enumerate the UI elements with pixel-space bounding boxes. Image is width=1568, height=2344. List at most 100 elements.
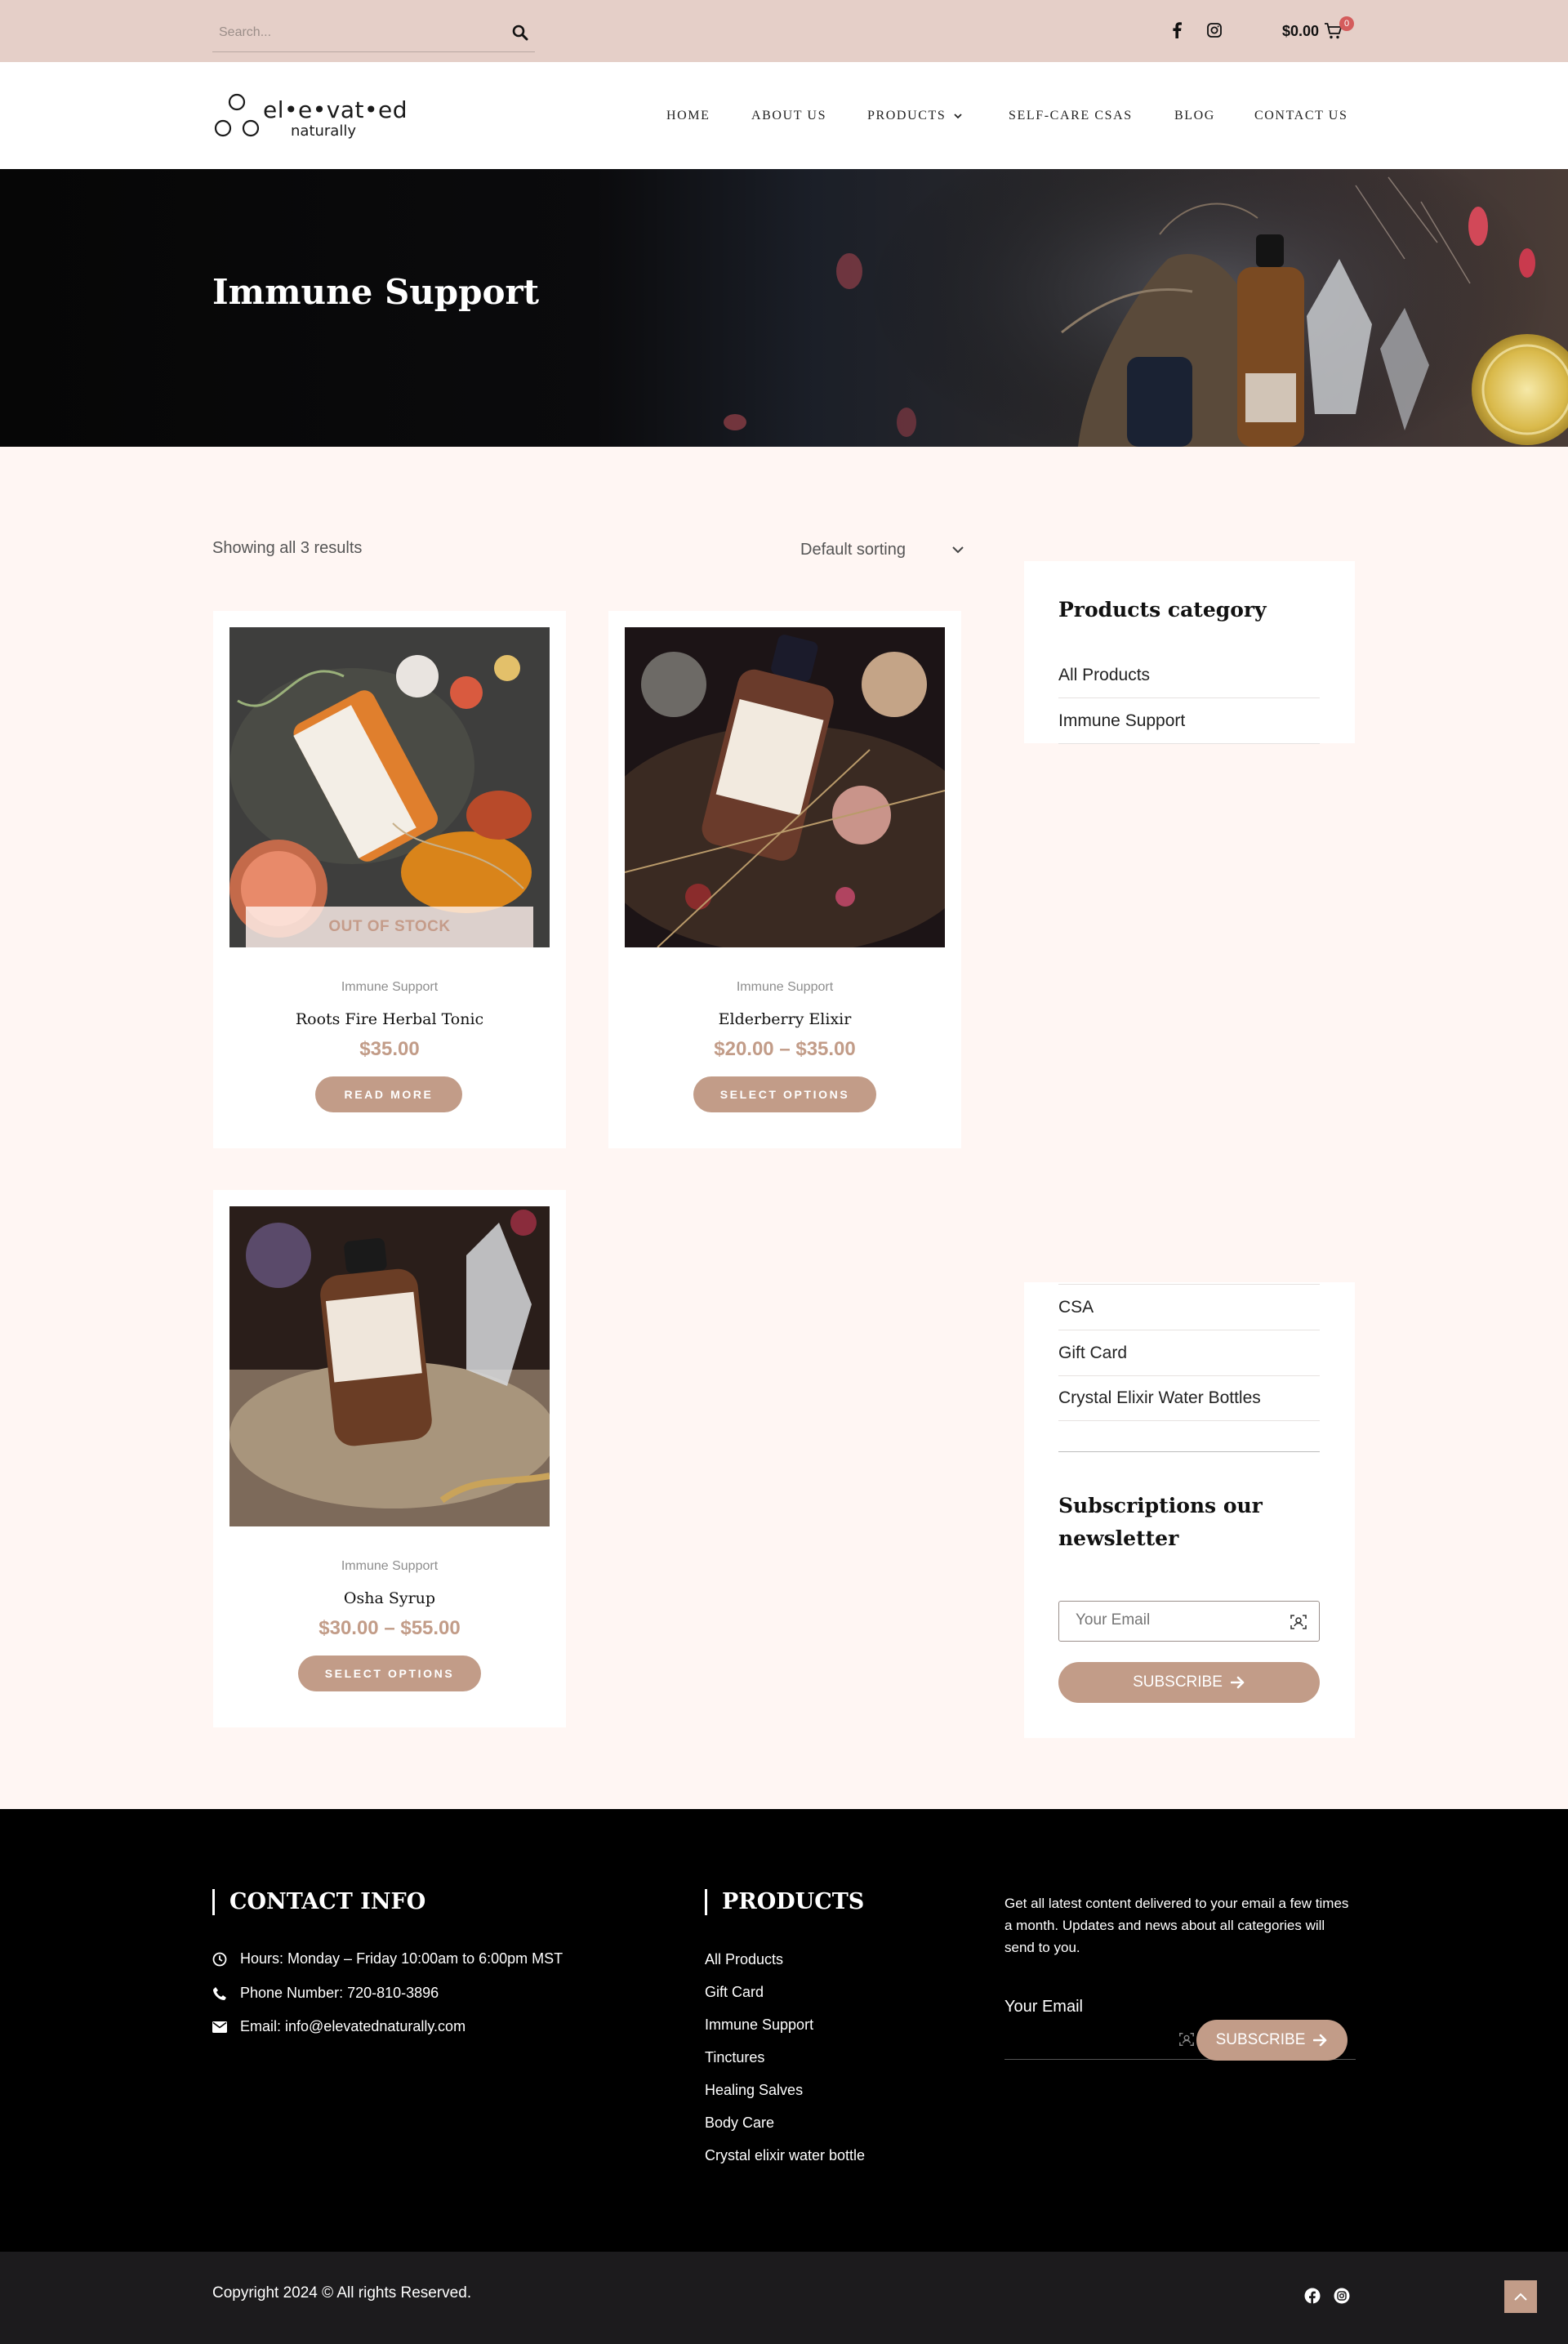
- sidebar-item-crystal-elixir[interactable]: Crystal Elixir Water Bottles: [1058, 1375, 1320, 1421]
- footer-link-tinctures[interactable]: Tinctures: [705, 2049, 764, 2066]
- sidebar-category-title: Products category: [1058, 598, 1267, 622]
- footer-link-crystal-elixir[interactable]: Crystal elixir water bottle: [705, 2147, 865, 2164]
- nav-home[interactable]: HOME: [666, 106, 710, 126]
- footer-link-gift-card[interactable]: Gift Card: [705, 1984, 764, 2001]
- footer-link-all-products[interactable]: All Products: [705, 1951, 783, 1968]
- product-name[interactable]: Osha Syrup: [213, 1589, 566, 1607]
- arrow-right-icon: [1313, 2034, 1327, 2047]
- cart-count-badge: 0: [1339, 16, 1354, 31]
- instagram-link[interactable]: [1334, 2288, 1352, 2306]
- product-price: $35.00: [359, 1038, 420, 1060]
- hero-banner: Immune Support: [0, 169, 1568, 447]
- chevron-down-icon: [954, 113, 963, 118]
- subscribe-label: SUBSCRIBE: [1133, 1673, 1223, 1691]
- nav-products-label: PRODUCTS: [867, 109, 947, 123]
- divider: [1058, 1451, 1320, 1452]
- facebook-link[interactable]: [1304, 2288, 1322, 2306]
- chevron-down-icon: [952, 546, 964, 553]
- sort-select[interactable]: Default sorting: [800, 536, 964, 564]
- top-bar: $0.00 0: [0, 0, 1568, 62]
- newsletter-subscribe-button[interactable]: SUBSCRIBE: [1058, 1662, 1320, 1703]
- product-card: Immune Support Elderberry Elixir $20.00 …: [608, 611, 961, 1148]
- product-category[interactable]: Immune Support: [213, 1559, 566, 1574]
- cart-total: $0.00: [1282, 22, 1320, 39]
- nav-blog[interactable]: BLOG: [1174, 106, 1215, 126]
- product-photo: [625, 627, 945, 947]
- footer-link-healing-salves[interactable]: Healing Salves: [705, 2082, 803, 2099]
- footer-phone-text[interactable]: Phone Number: 720-810-3896: [240, 1985, 439, 2002]
- select-options-button[interactable]: SELECT OPTIONS: [298, 1656, 481, 1691]
- product-name[interactable]: Roots Fire Herbal Tonic: [213, 1010, 566, 1028]
- footer-email-text[interactable]: Email: info@elevatednaturally.com: [240, 2018, 466, 2035]
- logo-circles-icon: [214, 93, 260, 137]
- select-options-button[interactable]: SELECT OPTIONS: [693, 1076, 876, 1112]
- logo[interactable]: el•e•vat•ed naturally: [212, 91, 408, 142]
- arrow-right-icon: [1230, 1676, 1245, 1689]
- facebook-icon: [1304, 2288, 1321, 2304]
- sidebar-widget-bottom: CSA Gift Card Crystal Elixir Water Bottl…: [1024, 1282, 1355, 1738]
- sidebar-item-gift-card[interactable]: Gift Card: [1058, 1330, 1320, 1376]
- instagram-icon: [1207, 23, 1222, 38]
- footer-newsletter-text: Get all latest content delivered to your…: [1004, 1896, 1349, 1955]
- nav-products[interactable]: PRODUCTS: [867, 106, 963, 126]
- product-image[interactable]: [229, 1206, 550, 1526]
- search-button[interactable]: [509, 21, 532, 44]
- clock-icon: [212, 1952, 227, 1966]
- footer-phone: Phone Number: 720-810-3896: [212, 1985, 439, 2002]
- sort-selected-value: Default sorting: [800, 540, 906, 559]
- logo-wordmark: el•e•vat•ed: [263, 96, 408, 123]
- footer-hours: Hours: Monday – Friday 10:00am to 6:00pm…: [212, 1950, 563, 1967]
- product-card: OUT OF STOCK Immune Support Roots Fire H…: [213, 611, 566, 1148]
- autofill-icon[interactable]: [1178, 2031, 1195, 2048]
- autofill-icon[interactable]: [1290, 1613, 1307, 1631]
- sidebar-item-immune-support[interactable]: Immune Support: [1058, 698, 1320, 744]
- product-image[interactable]: [625, 627, 945, 947]
- product-image[interactable]: OUT OF STOCK: [229, 627, 550, 947]
- logo-tagline: naturally: [291, 123, 356, 140]
- footer-link-body-care[interactable]: Body Care: [705, 2115, 774, 2132]
- nav-contact-us[interactable]: CONTACT US: [1254, 106, 1348, 126]
- sidebar-item-csa[interactable]: CSA: [1058, 1285, 1320, 1330]
- footer-contact-heading: CONTACT INFO: [212, 1889, 425, 1915]
- nav-self-care-csas[interactable]: SELF-CARE CSAS: [1009, 106, 1133, 126]
- sidebar-item-all-products[interactable]: All Products: [1058, 653, 1320, 698]
- instagram-icon: [1334, 2288, 1350, 2304]
- product-card: Immune Support Osha Syrup $30.00 – $55.0…: [213, 1190, 566, 1727]
- search-input[interactable]: [219, 23, 497, 42]
- newsletter-email-input[interactable]: [1076, 1611, 1272, 1629]
- page-title: Immune Support: [212, 272, 540, 312]
- phone-icon: [213, 1986, 226, 2000]
- facebook-icon: [1173, 22, 1182, 38]
- site-header: el•e•vat•ed naturally HOME ABOUT US PROD…: [0, 62, 1568, 169]
- newsletter-email-field[interactable]: [1058, 1601, 1320, 1642]
- search-icon: [512, 25, 528, 41]
- footer-subscribe-label: SUBSCRIBE: [1215, 2031, 1306, 2048]
- footer-products-heading: PRODUCTS: [705, 1889, 864, 1915]
- nav-about-us[interactable]: ABOUT US: [751, 106, 826, 126]
- product-name[interactable]: Elderberry Elixir: [608, 1010, 961, 1028]
- back-to-top-button[interactable]: [1504, 2280, 1537, 2313]
- search-bar: [212, 15, 535, 52]
- out-of-stock-badge: OUT OF STOCK: [246, 907, 533, 947]
- instagram-link[interactable]: [1204, 20, 1225, 41]
- product-category[interactable]: Immune Support: [213, 980, 566, 995]
- facebook-link[interactable]: [1166, 20, 1187, 41]
- read-more-button[interactable]: READ MORE: [315, 1076, 462, 1112]
- envelope-icon: [212, 2021, 227, 2033]
- product-category[interactable]: Immune Support: [608, 980, 961, 995]
- product-photo: [229, 1206, 550, 1526]
- footer-email-label[interactable]: Your Email: [1004, 1998, 1083, 2016]
- result-count: Showing all 3 results: [212, 539, 363, 557]
- chevron-up-icon: [1514, 2293, 1527, 2301]
- newsletter-title: Subscriptions our newsletter: [1058, 1494, 1263, 1550]
- product-price: $30.00 – $55.00: [318, 1617, 461, 1639]
- copyright-bar: Copyright 2024 © All rights Reserved.: [0, 2252, 1568, 2344]
- footer-email: Email: info@elevatednaturally.com: [212, 2018, 466, 2035]
- footer-hours-text: Hours: Monday – Friday 10:00am to 6:00pm…: [240, 1950, 564, 1967]
- footer-link-immune-support[interactable]: Immune Support: [705, 2016, 813, 2034]
- sidebar-category-widget: Products category All Products Immune Su…: [1024, 561, 1355, 744]
- cart-button[interactable]: $0.00 0: [1282, 16, 1356, 46]
- copyright-text: Copyright 2024 © All rights Reserved.: [212, 2284, 472, 2302]
- product-price: $20.00 – $35.00: [714, 1038, 856, 1060]
- footer-subscribe-button[interactable]: SUBSCRIBE: [1196, 2020, 1348, 2061]
